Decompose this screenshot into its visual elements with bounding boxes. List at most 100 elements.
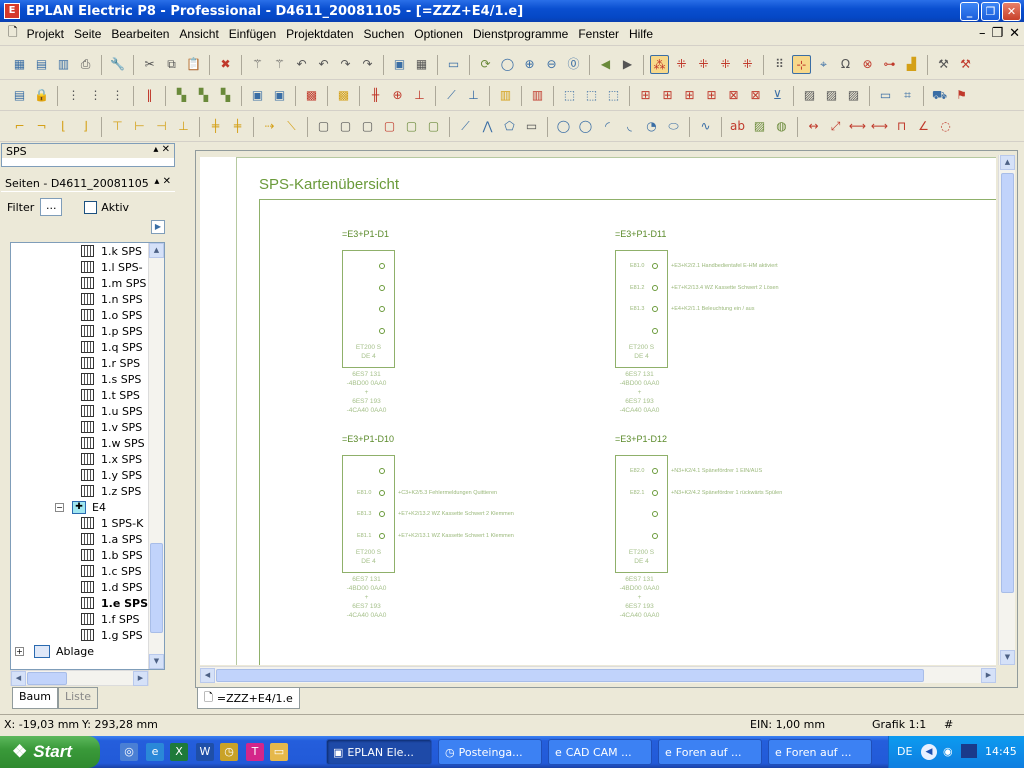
break-icon[interactable]: ‖ <box>140 86 159 105</box>
menu-hilfe[interactable]: Hilfe <box>624 27 658 41</box>
insert-b-icon[interactable]: ⊞ <box>658 86 677 105</box>
menu-optionen[interactable]: Optionen <box>409 27 468 41</box>
copy-icon[interactable]: ⧉ <box>162 55 181 74</box>
filter-button[interactable]: ... <box>40 198 63 216</box>
sps-panel-collapse-icon[interactable]: ▴ <box>153 144 158 155</box>
terminal-b-icon[interactable]: ⋮ <box>86 86 105 105</box>
box-c-icon[interactable]: ⬚ <box>604 86 623 105</box>
tjunction-a-icon[interactable]: ⊤ <box>108 117 127 136</box>
circle-icon[interactable]: ◯ <box>554 117 573 136</box>
grid-display-icon[interactable]: ⠿ <box>770 55 789 74</box>
tree-item-page[interactable]: 1.g SPS <box>81 627 143 643</box>
device-c-icon[interactable]: ▚ <box>216 86 235 105</box>
page-icon[interactable]: ▤ <box>10 86 29 105</box>
close-button[interactable]: ✕ <box>1002 2 1021 21</box>
potential-b-icon[interactable]: ⊥ <box>464 86 483 105</box>
seiten-panel-collapse-icon[interactable]: ▴ <box>154 176 159 187</box>
grid-d-icon[interactable]: ⁜ <box>738 55 757 74</box>
start-button[interactable]: ❖ Start <box>0 736 100 768</box>
tree-item-page[interactable]: 1.c SPS <box>81 563 142 579</box>
menu-einfuegen[interactable]: Einfügen <box>224 27 281 41</box>
tray-expand-icon[interactable]: ◀ <box>921 744 937 760</box>
diagonal-icon[interactable]: ⟍ <box>282 117 301 136</box>
tree-vertical-scrollbar[interactable]: ▲ ▼ <box>148 243 164 669</box>
arc-b-icon[interactable]: ◟ <box>620 117 639 136</box>
doc-scroll-left-icon[interactable]: ◀ <box>200 668 215 683</box>
quicklaunch-excel-icon[interactable]: X <box>170 743 188 761</box>
cart-icon[interactable]: ⛟ <box>930 86 949 105</box>
zoom-out-icon[interactable]: ⊖ <box>542 55 561 74</box>
undo-icon[interactable]: ↶ <box>292 55 311 74</box>
tree-item-page[interactable]: 1.b SPS <box>81 547 143 563</box>
placeholder-b-icon[interactable]: ▢ <box>336 117 355 136</box>
device-b-icon[interactable]: ▚ <box>194 86 213 105</box>
placeholder-d-icon[interactable]: ▢ <box>380 117 399 136</box>
eplan-app-icon[interactable]: E <box>4 3 20 19</box>
insert-c-icon[interactable]: ⊞ <box>680 86 699 105</box>
tree-item-page[interactable]: 1.r SPS <box>81 355 140 371</box>
plc-pin[interactable] <box>652 511 658 517</box>
tray-monitor-icon[interactable] <box>961 744 977 758</box>
radius-dim-icon[interactable]: ◌ <box>936 117 955 136</box>
macro-a-icon[interactable]: ▥ <box>496 86 515 105</box>
graphic-a-icon[interactable]: ▨ <box>800 86 819 105</box>
menu-ansicht[interactable]: Ansicht <box>174 27 223 41</box>
plc-pin[interactable] <box>652 263 658 269</box>
polyline-icon[interactable]: ⋀ <box>478 117 497 136</box>
plc-pin[interactable] <box>652 468 658 474</box>
image-icon[interactable]: ▨ <box>750 117 769 136</box>
back-icon[interactable]: ◀ <box>596 55 615 74</box>
open-project-icon[interactable]: ▤ <box>32 55 51 74</box>
macro-b-icon[interactable]: ▥ <box>528 86 547 105</box>
text-icon[interactable]: ab <box>728 117 747 136</box>
tree-item-page[interactable]: 1.w SPS <box>81 435 145 451</box>
tree-item-page[interactable]: 1.z SPS <box>81 483 141 499</box>
doc-scroll-up-icon[interactable]: ▲ <box>1000 155 1015 170</box>
placeholder-a-icon[interactable]: ▢ <box>314 117 333 136</box>
cut-icon[interactable]: ✂ <box>140 55 159 74</box>
tree-item-ablage[interactable]: + Ablage <box>15 643 94 659</box>
task-posteingang[interactable]: ◷ Posteinga... <box>438 739 542 765</box>
menu-projektdaten[interactable]: Projektdaten <box>281 27 358 41</box>
document-horizontal-scrollbar[interactable]: ◀ ▶ <box>200 666 996 683</box>
layout-b-icon[interactable]: ⌗ <box>898 86 917 105</box>
table-icon[interactable]: ▦ <box>412 55 431 74</box>
cable-a-icon[interactable]: ╫ <box>366 86 385 105</box>
doc-hscroll-thumb[interactable] <box>216 669 924 682</box>
tree-item-page[interactable]: 1.p SPS <box>81 323 143 339</box>
doc-close-button[interactable]: ✕ <box>1009 26 1020 41</box>
symbol-icon[interactable]: ⊗ <box>858 55 877 74</box>
terminal-a-icon[interactable]: ⋮ <box>64 86 83 105</box>
menu-projekt[interactable]: Projekt <box>22 27 69 41</box>
doc-restore-button[interactable]: ❐ <box>991 26 1003 41</box>
dimension-b-icon[interactable]: ⤢ <box>826 117 845 136</box>
tree-item-page[interactable]: 1.q SPS <box>81 339 143 355</box>
menu-suchen[interactable]: Suchen <box>359 27 410 41</box>
plc-pin[interactable] <box>652 532 658 539</box>
zoom-window-icon[interactable]: ◯ <box>498 55 517 74</box>
angle-dim-icon[interactable]: ∠ <box>914 117 933 136</box>
doc-minimize-button[interactable]: – <box>979 26 986 41</box>
potential-a-icon[interactable]: ⟋ <box>442 86 461 105</box>
task-eplan[interactable]: ▣ EPLAN Ele... <box>326 739 432 765</box>
task-cad-cam[interactable]: e CAD CAM ... <box>548 739 652 765</box>
jump-icon[interactable]: ⇢ <box>260 117 279 136</box>
plc-pin[interactable] <box>379 489 385 496</box>
angle-c-icon[interactable]: ⌊ <box>54 117 73 136</box>
quicklaunch-show-desktop-icon[interactable]: ◎ <box>120 743 138 761</box>
quicklaunch-outlook-icon[interactable]: ◷ <box>220 743 238 761</box>
tree-item-page[interactable]: 1.u SPS <box>81 403 143 419</box>
tree-item-page[interactable]: 1.l SPS- <box>81 259 143 275</box>
dimension-a-icon[interactable]: ↔ <box>804 117 823 136</box>
new-project-icon[interactable]: ▦ <box>10 55 29 74</box>
sps-panel-close-icon[interactable]: ✕ <box>162 144 170 155</box>
angle-b-icon[interactable]: ¬ <box>32 117 51 136</box>
cable-c-icon[interactable]: ⊥ <box>410 86 429 105</box>
tree-item-page[interactable]: 1.t SPS <box>81 387 140 403</box>
tjunction-d-icon[interactable]: ⊥ <box>174 117 193 136</box>
project-manager-icon[interactable]: ▥ <box>54 55 73 74</box>
plc-pin[interactable] <box>652 284 658 291</box>
tree-item-page[interactable]: 1.f SPS <box>81 611 139 627</box>
tree-item-page[interactable]: 1 SPS-K <box>81 515 143 531</box>
delete-icon[interactable]: ✖ <box>216 55 235 74</box>
